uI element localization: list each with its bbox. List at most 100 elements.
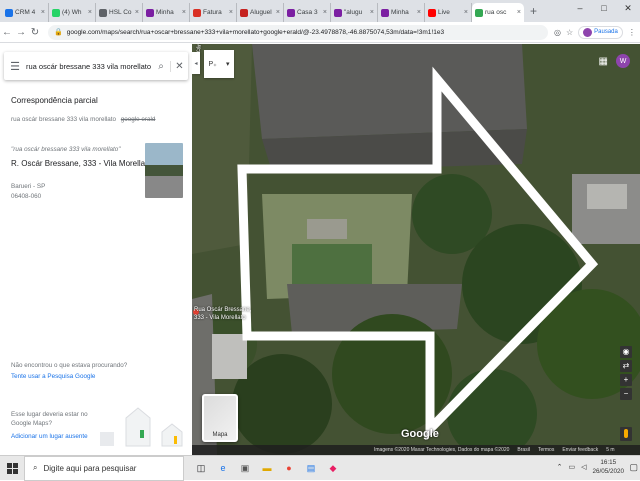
- missing-place-text: Esse lugar deveria estar no Google Maps?: [11, 411, 88, 427]
- close-window-button[interactable]: ✕: [616, 0, 640, 16]
- partial-query-text: rua oscár bressane 333 vila morellato: [11, 116, 117, 123]
- street-view-pegman-icon[interactable]: [620, 427, 632, 441]
- url-field[interactable]: 🔒 google.com/maps/search/rua+oscar+bress…: [48, 24, 548, 40]
- zoom-out-button[interactable]: −: [620, 388, 632, 400]
- paint-icon[interactable]: ◆: [324, 459, 342, 477]
- chrome-icon[interactable]: ●: [280, 459, 298, 477]
- app-icon[interactable]: ▤: [302, 459, 320, 477]
- notification-icon[interactable]: ▢: [629, 462, 638, 473]
- result-thumbnail[interactable]: [145, 143, 183, 198]
- account-avatar[interactable]: W: [616, 54, 630, 68]
- tab-favicon-icon: [193, 8, 201, 17]
- task-view-icon[interactable]: ◫: [192, 459, 210, 477]
- network-icon[interactable]: ▭: [568, 463, 575, 471]
- tab-favicon-icon: [287, 8, 295, 17]
- browser-tab[interactable]: Minha ×: [378, 3, 425, 22]
- map-footer: Imagens ©2020 Maxar Technologies, Dados …: [192, 445, 640, 455]
- tab-close-icon[interactable]: ×: [323, 9, 327, 16]
- tab-favicon-icon: [381, 8, 389, 17]
- edge-icon[interactable]: e: [214, 459, 232, 477]
- result-item[interactable]: "rua oscár bressane 333 vila morellato" …: [0, 138, 192, 208]
- add-place-illustration: [100, 407, 183, 447]
- region-link[interactable]: Brasil: [517, 447, 530, 453]
- tab-close-icon[interactable]: ×: [276, 9, 280, 16]
- profile-button[interactable]: Pausada: [578, 25, 623, 39]
- browser-tab[interactable]: rua osc ×: [472, 3, 524, 22]
- search-input[interactable]: [26, 61, 152, 71]
- feedback-link[interactable]: Enviar feedback: [562, 447, 598, 453]
- collapse-panel-button[interactable]: ◂: [192, 52, 200, 74]
- terms-link[interactable]: Termos: [538, 447, 554, 453]
- location-icon[interactable]: ◎: [554, 28, 561, 37]
- search-icon[interactable]: ⌕: [152, 61, 170, 72]
- url-text: google.com/maps/search/rua+oscar+bressan…: [66, 28, 445, 36]
- place-pin-label[interactable]: Rua Oscár Bressane, 333 - Vila Morellato: [194, 306, 251, 322]
- tab-close-icon[interactable]: ×: [517, 9, 521, 16]
- result-name: R. Oscár Bressane, 333 - Vila Morellato: [11, 159, 152, 168]
- tab-label: "alugu: [344, 9, 363, 16]
- tab-label: Minha: [156, 9, 174, 16]
- tab-favicon-icon: [52, 8, 60, 17]
- browser-tab[interactable]: Aluguel ×: [237, 3, 284, 22]
- browser-tab[interactable]: Minha ×: [143, 3, 190, 22]
- add-missing-place-link[interactable]: Adicionar um lugar ausente: [11, 433, 88, 440]
- tab-favicon-icon: [99, 8, 107, 17]
- browser-tab[interactable]: HSL Co ×: [96, 3, 143, 22]
- store-icon[interactable]: ▣: [236, 459, 254, 477]
- tab-close-icon[interactable]: ×: [229, 9, 233, 16]
- google-search-link[interactable]: Tente usar a Pesquisa Google: [11, 373, 95, 380]
- tab-close-icon[interactable]: ×: [370, 9, 374, 16]
- browser-tab[interactable]: CRM 4 ×: [2, 3, 49, 22]
- browser-tab[interactable]: "alugu ×: [331, 3, 378, 22]
- hamburger-menu-icon[interactable]: ☰: [4, 60, 26, 73]
- satellite-map[interactable]: Rua Oscár Bressane Rua Oscár Bressane, 3…: [192, 44, 640, 455]
- my-location-icon[interactable]: ◉: [620, 346, 632, 358]
- tab-label: Minha: [391, 9, 409, 16]
- browser-tab[interactable]: (4) Wh ×: [49, 3, 96, 22]
- volume-icon[interactable]: ◁: [581, 463, 586, 471]
- forward-icon[interactable]: →: [14, 27, 28, 38]
- windows-taskbar: ⌕ Digite aqui para pesquisar ◫ e ▣ ▬ ● ▤…: [0, 455, 640, 481]
- tab-label: CRM 4: [15, 9, 36, 16]
- back-icon[interactable]: ←: [0, 27, 14, 38]
- tab-close-icon[interactable]: ×: [135, 9, 139, 16]
- layers-label: Mapa: [212, 432, 228, 438]
- more-menu-icon[interactable]: ⋮: [628, 28, 636, 37]
- map-imagery: [192, 44, 640, 455]
- reload-icon[interactable]: ↻: [28, 27, 42, 38]
- new-tab-button[interactable]: +: [524, 4, 543, 18]
- maximize-button[interactable]: □: [592, 0, 616, 16]
- tab-label: Live: [438, 9, 450, 16]
- windows-start-icon[interactable]: [0, 456, 24, 481]
- close-icon[interactable]: ✕: [170, 60, 188, 72]
- zoom-in-button[interactable]: +: [620, 374, 632, 386]
- street-view-preview[interactable]: P₊ ▾: [204, 50, 234, 78]
- taskbar-search[interactable]: ⌕ Digite aqui para pesquisar: [24, 455, 184, 481]
- pin-label-line1: Rua Oscár Bressane,: [194, 307, 252, 313]
- profile-status: Pausada: [594, 29, 618, 35]
- street-view-person-icon: P₊: [208, 61, 217, 68]
- lock-icon: 🔒: [54, 29, 63, 36]
- tab-label: rua osc: [485, 9, 507, 16]
- tab-close-icon[interactable]: ×: [41, 9, 45, 16]
- browser-tab[interactable]: Casa 3 ×: [284, 3, 331, 22]
- chevron-up-icon[interactable]: ⌃: [557, 463, 563, 471]
- minimize-button[interactable]: –: [568, 0, 592, 16]
- chevron-down-icon: ▾: [225, 61, 230, 68]
- apps-grid-icon[interactable]: ▦: [599, 56, 608, 67]
- tab-close-icon[interactable]: ×: [182, 9, 186, 16]
- tab-label: Casa 3: [297, 9, 318, 16]
- partial-match-query: rua oscár bressane 333 vila morellato go…: [11, 116, 155, 123]
- tab-close-icon[interactable]: ×: [88, 9, 92, 16]
- file-explorer-icon[interactable]: ▬: [258, 459, 276, 477]
- tab-close-icon[interactable]: ×: [464, 9, 468, 16]
- layers-toggle[interactable]: Mapa: [202, 394, 238, 442]
- browser-tab[interactable]: Fatura ×: [190, 3, 237, 22]
- clock[interactable]: 16:15 26/05/2020: [592, 458, 624, 476]
- browser-tab[interactable]: Live ×: [425, 3, 472, 22]
- rotate-icon[interactable]: ⇄: [620, 360, 632, 372]
- not-found-text: Não encontrou o que estava procurando?: [11, 362, 128, 369]
- scale-bar: 5 m: [606, 447, 615, 453]
- bookmark-star-icon[interactable]: ☆: [566, 28, 573, 37]
- tab-close-icon[interactable]: ×: [417, 9, 421, 16]
